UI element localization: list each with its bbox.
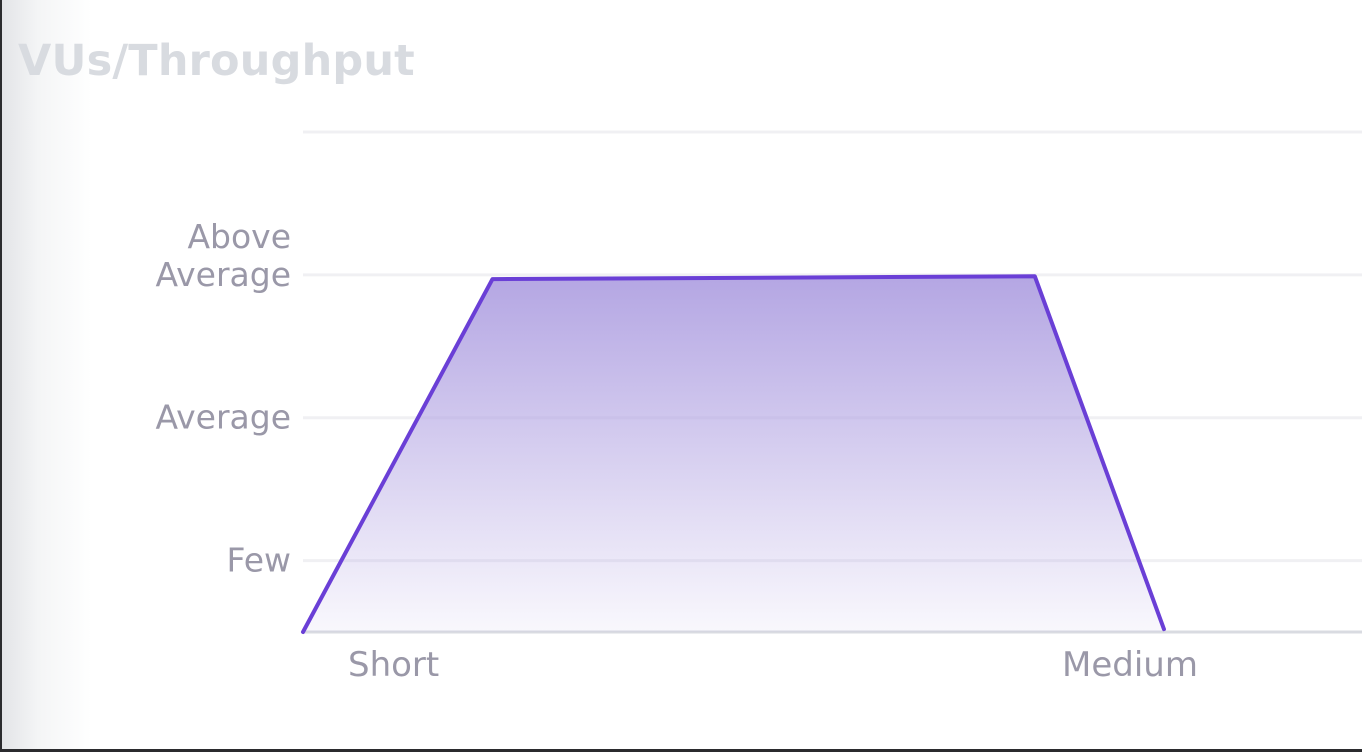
x-tick-label: Medium <box>1062 645 1198 685</box>
y-tick-label: Above <box>187 217 291 256</box>
y-tick-label: Average <box>155 398 291 437</box>
y-axis-ticks: FewAverageAboveAverage <box>155 217 291 580</box>
x-tick-label: Short <box>348 645 439 685</box>
area-series <box>301 274 1166 634</box>
chart-svg: FewAverageAboveAverage Short Medium <box>155 130 1362 685</box>
chart-card: VUs/Throughput Few Average Above Average Sh… <box>2 0 1362 749</box>
x-axis-ticks: Short Medium <box>348 645 1198 685</box>
area-fill <box>303 276 1164 632</box>
y-tick-label: Few <box>227 541 291 580</box>
y-tick-label: Average <box>155 255 291 294</box>
